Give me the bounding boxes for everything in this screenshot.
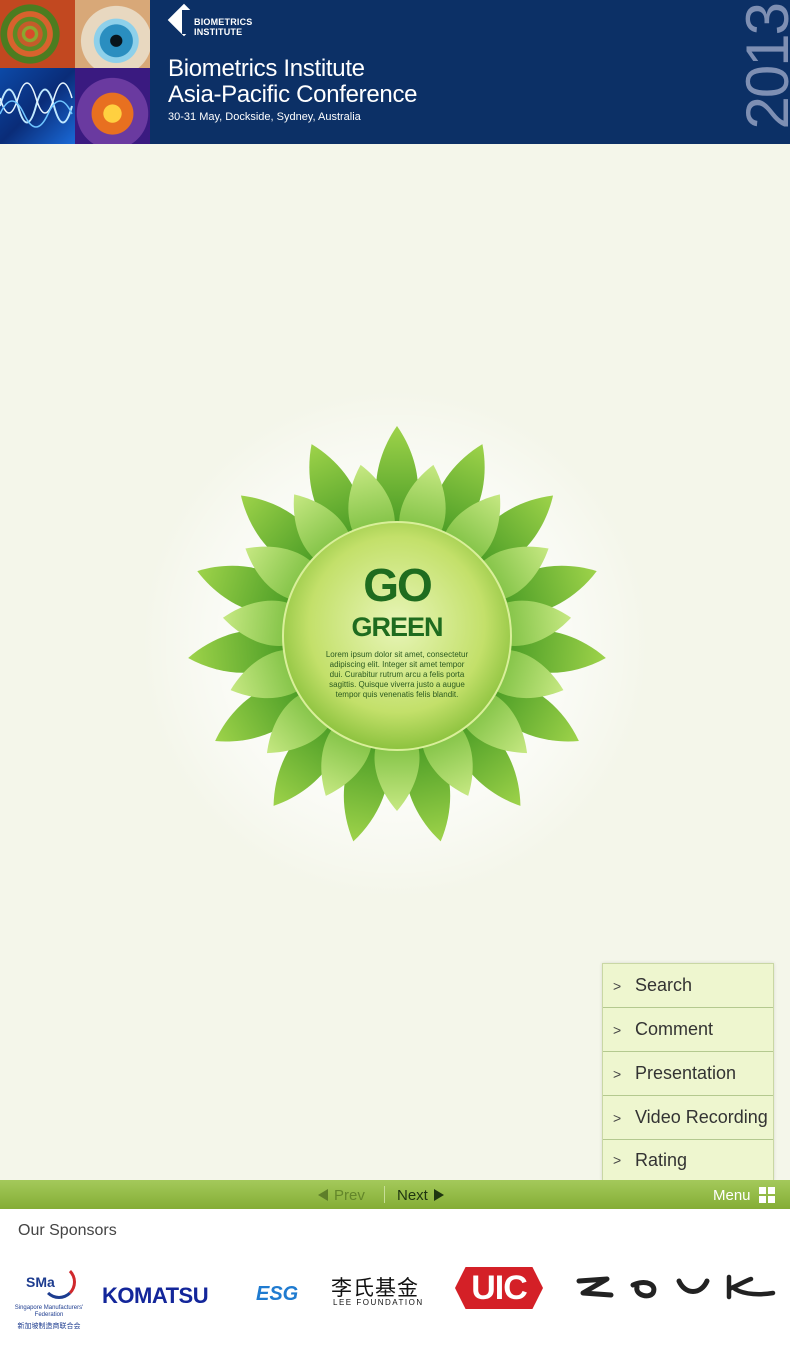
menu-item-rating[interactable]: > Rating xyxy=(603,1140,773,1180)
triangle-left-icon xyxy=(318,1189,328,1201)
green-heading: GREEN xyxy=(351,612,443,642)
sponsor-logo-sma[interactable]: SMa Singapore Manufacturers' Federation … xyxy=(14,1262,84,1336)
chevron-right-icon: > xyxy=(613,1109,622,1126)
logo-line1: BIOMETRICS xyxy=(194,17,253,27)
triangle-right-icon xyxy=(433,1189,444,1201)
menu-button[interactable]: Menu xyxy=(713,1186,775,1204)
waveform-image xyxy=(0,68,75,144)
menu-item-label: Comment xyxy=(635,1019,714,1039)
nav-divider xyxy=(384,1186,385,1203)
menu-item-search[interactable]: > Search xyxy=(603,964,773,1008)
eye-image xyxy=(75,0,150,68)
menu-item-label: Presentation xyxy=(635,1063,737,1083)
sponsor-logo-esg[interactable]: ESG xyxy=(256,1283,298,1306)
menu-item-label: Video Recording xyxy=(635,1107,768,1127)
menu-item-presentation[interactable]: > Presentation xyxy=(603,1052,773,1096)
sma-abbr: SMa xyxy=(26,1274,55,1290)
conference-year: 2013 xyxy=(734,4,790,130)
sponsor-logo-komatsu[interactable]: KOMATSU xyxy=(102,1283,209,1309)
sponsor-logo-zouk[interactable] xyxy=(575,1273,777,1303)
menu-item-comment[interactable]: > Comment xyxy=(603,1008,773,1052)
menu-item-label: Search xyxy=(635,975,693,995)
next-label: Next xyxy=(397,1186,428,1204)
sponsor-logo-uic[interactable]: UIC xyxy=(455,1267,543,1309)
chevron-right-icon: > xyxy=(613,977,622,994)
fingerprint-image xyxy=(0,0,75,68)
sponsor-logo-lee-english: LEE FOUNDATION xyxy=(333,1298,424,1307)
side-action-menu: > Search > Comment > Presentation > Vide… xyxy=(602,963,774,1181)
sma-name: Singapore Manufacturers' Federation xyxy=(14,1305,84,1318)
go-heading: GO xyxy=(363,559,433,611)
menu-item-video-recording[interactable]: > Video Recording xyxy=(603,1096,773,1140)
sma-chinese-name: 新加坡制造商联合会 xyxy=(17,1323,81,1330)
logo-line2: INSTITUTE xyxy=(194,27,243,37)
next-button[interactable]: Next xyxy=(397,1186,444,1204)
header-banner: BIOMETRICS INSTITUTE Biometrics Institut… xyxy=(0,0,790,144)
conference-title-line2: Asia-Pacific Conference xyxy=(168,81,418,108)
conference-app-page: BIOMETRICS INSTITUTE Biometrics Institut… xyxy=(0,0,790,1366)
sponsors-section: Our Sponsors SMa Singapore Manufacturers… xyxy=(0,1209,790,1366)
grid-menu-icon xyxy=(758,1187,775,1203)
bottom-nav-bar: Prev Next Menu xyxy=(0,1180,790,1209)
chevron-right-icon: > xyxy=(613,1065,622,1082)
prev-button[interactable]: Prev xyxy=(318,1186,365,1204)
biometrics-image-mosaic xyxy=(0,0,150,144)
conference-date-location: 30-31 May, Dockside, Sydney, Australia xyxy=(168,111,361,123)
conference-title-line1: Biometrics Institute xyxy=(168,55,365,82)
sponsors-heading: Our Sponsors xyxy=(18,1222,117,1239)
menu-item-label: Rating xyxy=(635,1149,688,1170)
hand-thermal-image xyxy=(75,68,150,144)
chevron-right-icon: > xyxy=(613,1152,622,1168)
biometrics-institute-logo: BIOMETRICS INSTITUTE xyxy=(167,2,264,46)
menu-label: Menu xyxy=(713,1186,751,1204)
chevron-right-icon: > xyxy=(613,1021,622,1038)
prev-label: Prev xyxy=(334,1186,365,1204)
slide-body-text: Lorem ipsum dolor sit amet, consectetur … xyxy=(325,650,469,699)
